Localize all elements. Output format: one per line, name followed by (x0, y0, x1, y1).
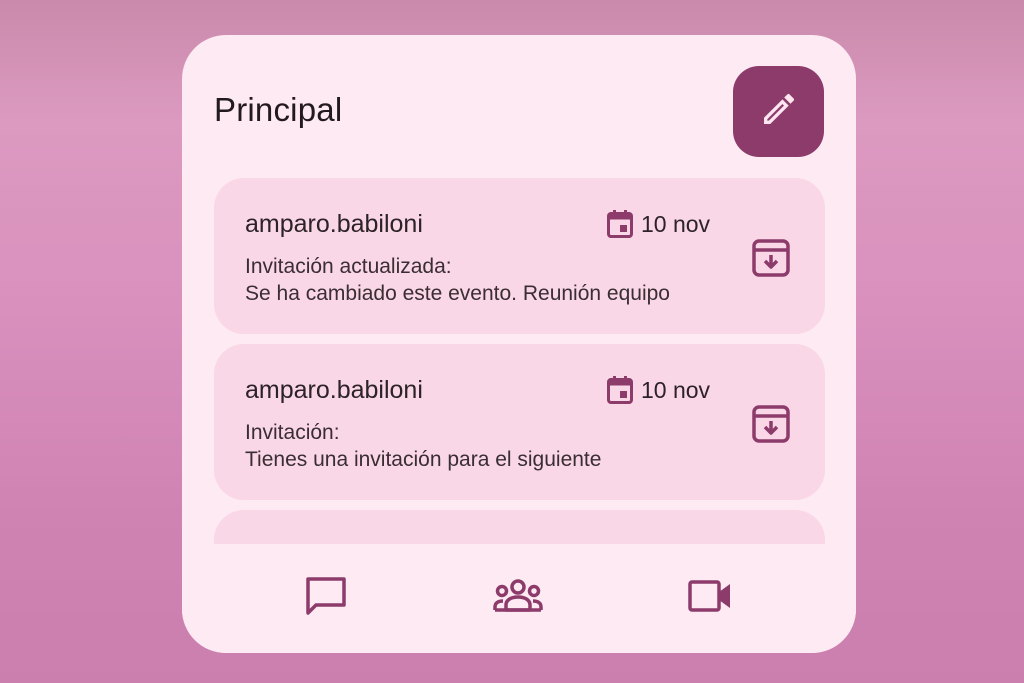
message-date: 10 nov (641, 210, 711, 237)
page-title: Principal (214, 91, 343, 128)
mail-widget: Principal amparo.babiloni 10 nov Invitac… (182, 35, 856, 653)
message-snippet: Tienes una invitación para el siguiente (245, 448, 602, 471)
nav-chat-button[interactable] (298, 570, 354, 626)
bottom-nav (182, 544, 856, 653)
archive-icon (752, 238, 790, 282)
pencil-icon (759, 89, 799, 134)
date-group: 10 nov (607, 376, 710, 404)
message-list[interactable]: amparo.babiloni 10 nov Invitación actual… (214, 178, 825, 544)
nav-meet-button[interactable] (682, 570, 738, 626)
message-date: 10 nov (641, 376, 711, 403)
archive-icon (752, 404, 790, 448)
message-subject: Invitación: (245, 421, 340, 444)
list-item[interactable] (214, 510, 825, 544)
calendar-icon (607, 210, 633, 238)
message-snippet: Se ha cambiado este evento. Reunión equi… (245, 282, 670, 305)
archive-button[interactable] (749, 238, 793, 282)
date-group: 10 nov (607, 210, 710, 238)
video-icon (688, 579, 732, 618)
chat-icon (305, 576, 347, 621)
group-icon (493, 578, 543, 618)
message-subject: Invitación actualizada: (245, 255, 452, 278)
calendar-icon (607, 376, 633, 404)
list-item[interactable]: amparo.babiloni 10 nov Invitación actual… (214, 178, 825, 334)
sender-name: amparo.babiloni (245, 210, 423, 238)
nav-spaces-button[interactable] (490, 570, 546, 626)
compose-button[interactable] (733, 66, 824, 157)
archive-button[interactable] (749, 404, 793, 448)
list-item[interactable]: amparo.babiloni 10 nov Invitación: Tiene… (214, 344, 825, 500)
sender-name: amparo.babiloni (245, 376, 423, 404)
